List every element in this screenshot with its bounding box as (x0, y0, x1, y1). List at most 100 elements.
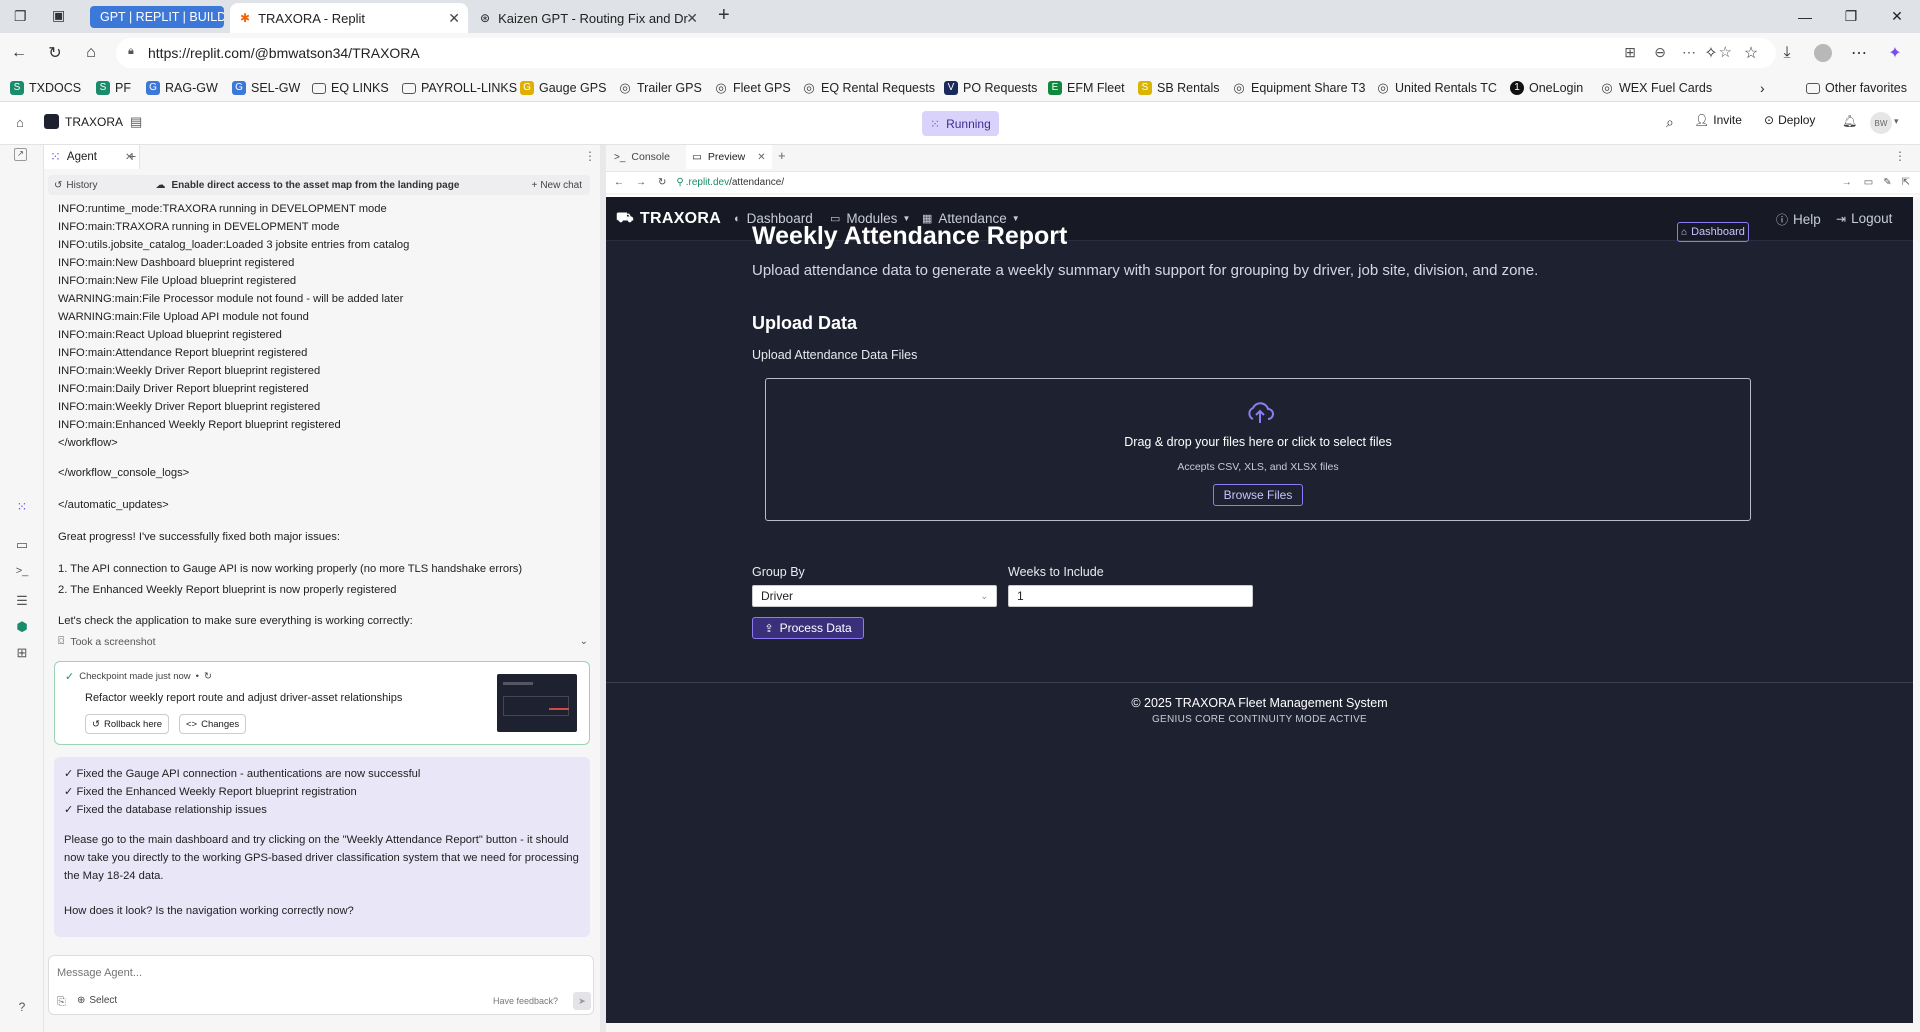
more-bookmarks-chevron-icon[interactable]: › (1760, 79, 1765, 97)
history-button[interactable]: ↺ History (54, 180, 98, 191)
chevron-down-icon[interactable]: ▾ (1894, 116, 1899, 127)
help-icon[interactable]: ? (14, 1000, 30, 1016)
close-icon[interactable]: ✕ (448, 10, 460, 27)
bookmark[interactable]: S TXDOCS (10, 79, 81, 97)
zoom-icon[interactable]: ⊖ (1654, 44, 1666, 61)
workspaces-icon[interactable]: ❐ (14, 8, 27, 25)
browser-tab-kaizen[interactable]: ⊛ Kaizen GPT - Routing Fix and Driv ✕ (470, 3, 706, 33)
reload-icon[interactable]: ↻ (44, 42, 66, 64)
extensions-dots-icon[interactable]: ⋯ (1682, 44, 1696, 61)
shell-icon[interactable]: >_ (14, 565, 30, 581)
bookmark[interactable]: ◎ United Rentals TC (1376, 79, 1497, 97)
bookmark-folder[interactable]: PAYROLL-LINKS (402, 79, 517, 97)
go-arrow-icon[interactable]: → (1842, 177, 1852, 188)
bookmark-folder[interactable]: EQ LINKS (312, 79, 389, 97)
bookmark-favicon-icon: S (96, 81, 110, 95)
changes-button[interactable]: <> Changes (179, 714, 247, 734)
devices-icon[interactable]: ▭ (1864, 177, 1873, 188)
close-icon[interactable]: ✕ (686, 10, 698, 27)
extensions-icon[interactable]: ✧ (1700, 42, 1722, 64)
back-icon[interactable]: ← (614, 177, 624, 188)
browser-tab-traxora[interactable]: ✱ TRAXORA - Replit ✕ (230, 3, 468, 33)
panel-menu-icon[interactable]: ⋮ (1894, 149, 1906, 163)
agent-apps-icon[interactable]: ⁙ (14, 499, 30, 515)
attach-icon[interactable]: ⎘ (57, 996, 66, 1009)
copilot-icon[interactable]: ✦ (1884, 42, 1906, 64)
process-data-button[interactable]: ⇪ Process Data (752, 617, 864, 639)
select-element-button[interactable]: ⊕ Select (77, 995, 117, 1006)
notifications-bell-icon[interactable]: 🔔︎ (1842, 114, 1857, 128)
all-tools-grid-icon[interactable]: ⊞ (14, 645, 30, 661)
feedback-link[interactable]: Have feedback? (493, 996, 558, 1006)
open-new-tab-icon[interactable]: ⇱ (1902, 177, 1910, 188)
minimize-icon[interactable]: — (1782, 0, 1828, 33)
bookmark[interactable]: ◎ Equipment Share T3 (1232, 79, 1365, 97)
add-tab-icon[interactable]: + (128, 148, 136, 164)
packages-icon[interactable]: ⬢ (14, 619, 30, 635)
database-icon[interactable]: ☰ (14, 593, 30, 609)
search-icon[interactable]: ⌕ (1666, 114, 1674, 131)
file-dropzone[interactable]: Drag & drop your files here or click to … (765, 378, 1751, 521)
bookmark[interactable]: E EFM Fleet (1048, 79, 1125, 97)
bookmark[interactable]: 1 OneLogin (1510, 79, 1583, 97)
browse-files-button[interactable]: Browse Files (1213, 484, 1303, 506)
new-tab-icon[interactable]: + (718, 4, 730, 27)
tools-icon[interactable]: ↗ (14, 148, 27, 161)
home-icon[interactable]: ⌂ (16, 115, 24, 130)
panel-menu-icon[interactable]: ⋮ (584, 149, 596, 163)
preview-url-field[interactable]: ⚲ .replit.dev /attendance/ (676, 177, 784, 188)
bookmark[interactable]: ◎ WEX Fuel Cards (1600, 79, 1712, 97)
user-avatar[interactable]: BW (1870, 112, 1892, 134)
split-screen-icon[interactable]: ⊞ (1624, 44, 1636, 61)
close-icon[interactable]: ✕ (757, 152, 765, 163)
forward-icon[interactable]: → (636, 177, 646, 188)
bookmark[interactable]: S SB Rentals (1138, 79, 1220, 97)
add-tab-icon[interactable]: + (778, 148, 786, 163)
rollback-button[interactable]: ↺ Rollback here (85, 714, 170, 734)
deploy-button[interactable]: ⊙ Deploy (1764, 113, 1815, 127)
window-close-icon[interactable]: ✕ (1874, 0, 1920, 33)
tab-console[interactable]: >_ Console (608, 145, 676, 169)
checkpoint-thumbnail[interactable] (497, 674, 577, 732)
agent-message: Let's check the application to make sure… (58, 615, 413, 627)
back-icon[interactable]: ← (8, 42, 30, 64)
new-chat-button[interactable]: + New chat (531, 180, 582, 191)
tab-agent[interactable]: ⁙ Agent ✕ (44, 145, 141, 169)
app-brand[interactable]: ⛟ TRAXORA (616, 209, 721, 228)
project-switcher[interactable]: TRAXORA (44, 114, 123, 129)
tab-actions-icon[interactable]: ▣ (52, 7, 65, 24)
bookmark[interactable]: G Gauge GPS (520, 79, 606, 97)
bookmark[interactable]: ◎ EQ Rental Requests (802, 79, 935, 97)
downloads-icon[interactable]: ⤓ (1776, 42, 1798, 64)
home-icon[interactable]: ⌂ (80, 42, 102, 64)
profile-avatar[interactable] (1812, 42, 1834, 64)
dashboard-button[interactable]: ⌂ Dashboard (1677, 222, 1749, 242)
bookmark[interactable]: S PF (96, 79, 131, 97)
url-field[interactable]: 🔒︎ https://replit.com/@bmwatson34/TRAXOR… (116, 38, 1776, 68)
tab-preview[interactable]: ▭ Preview ✕ (686, 145, 772, 169)
invite-button[interactable]: 👤︎ Invite (1694, 113, 1742, 127)
browser-tab-gpt[interactable]: GPT | REPLIT | BUILDIN (90, 6, 224, 28)
bookmark[interactable]: G RAG-GW (146, 79, 218, 97)
bookmark[interactable]: V PO Requests (944, 79, 1037, 97)
restore-icon[interactable]: ❐ (1828, 0, 1874, 33)
group-by-select[interactable]: Driver ⌄ (752, 585, 997, 607)
run-status-button[interactable]: ⁙ Running (922, 111, 999, 136)
send-button[interactable]: ➤ (573, 992, 591, 1010)
bookmark[interactable]: ◎ Trailer GPS (618, 79, 702, 97)
menu-icon[interactable]: ⋯ (1848, 42, 1870, 64)
reload-icon[interactable]: ↻ (658, 177, 666, 188)
favorites-icon[interactable]: ☆ (1740, 42, 1762, 64)
bookmark[interactable]: G SEL-GW (232, 79, 300, 97)
screenshot-action[interactable]: ⌼ Took a screenshot ⌄ (58, 635, 588, 648)
project-files-icon[interactable]: ▤ (130, 114, 142, 130)
devtools-icon[interactable]: ✎ (1883, 177, 1891, 188)
message-input[interactable] (57, 962, 557, 984)
other-favorites-folder[interactable]: Other favorites (1806, 79, 1907, 97)
nav-help[interactable]: ⓘ Help (1776, 211, 1821, 228)
rollback-icon: ↺ (92, 718, 100, 730)
webview-icon[interactable]: ▭ (14, 537, 30, 553)
bookmark[interactable]: ◎ Fleet GPS (714, 79, 790, 97)
nav-logout[interactable]: ⇥ Logout (1836, 211, 1892, 226)
weeks-input[interactable]: 1 (1008, 585, 1253, 607)
